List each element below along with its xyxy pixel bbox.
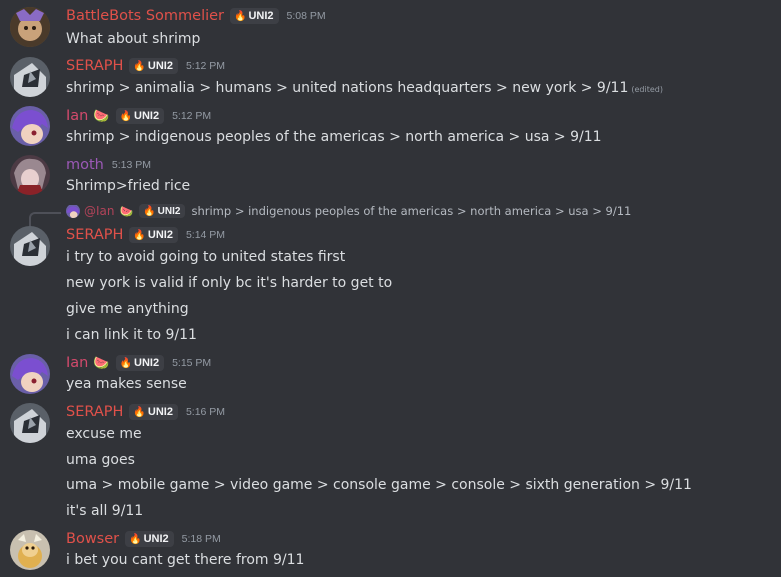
username[interactable]: moth — [66, 157, 104, 173]
message-line: i try to avoid going to united states fi… — [66, 249, 346, 265]
avatar[interactable] — [10, 155, 50, 195]
timestamp[interactable]: 5:18 PM — [182, 533, 221, 545]
username[interactable]: SERAPH — [66, 58, 123, 74]
chat-message-list: BattleBots Sommelier 🔥 UNI2 5:08 PM What … — [0, 0, 781, 577]
flame-icon: 🔥 — [119, 110, 132, 122]
watermelon-icon: 🍉 — [93, 355, 110, 371]
message-line: excuse me — [66, 426, 142, 442]
message-line: What about shrimp — [66, 31, 201, 47]
username[interactable]: Ian — [66, 108, 88, 124]
server-tag[interactable]: 🔥 UNI2 — [125, 531, 174, 547]
flame-icon: 🔥 — [133, 229, 146, 241]
message-line: uma goes — [66, 452, 135, 468]
flame-icon: 🔥 — [119, 357, 132, 369]
reply-username[interactable]: @Ian — [84, 204, 115, 218]
username[interactable]: SERAPH — [66, 404, 123, 420]
server-tag[interactable]: 🔥 UNI2 — [129, 58, 178, 74]
flame-icon: 🔥 — [129, 533, 142, 545]
server-tag-label: UNI2 — [147, 60, 173, 72]
message-line: it's all 9/11 — [66, 503, 144, 519]
message-line: i bet you cant get there from 9/11 — [66, 552, 305, 568]
message-line: shrimp > animalia > humans > united nati… — [66, 80, 663, 96]
flame-icon: 🔥 — [234, 10, 247, 22]
server-tag-label: UNI2 — [134, 357, 160, 369]
username[interactable]: SERAPH — [66, 227, 123, 243]
server-tag[interactable]: 🔥 UNI2 — [115, 108, 165, 124]
server-tag-label: UNI2 — [143, 533, 169, 545]
avatar[interactable] — [10, 403, 50, 443]
reply-preview-text[interactable]: shrimp > indigenous peoples of the ameri… — [191, 204, 631, 218]
timestamp[interactable]: 5:12 PM — [186, 60, 225, 72]
avatar[interactable] — [10, 7, 50, 47]
flame-icon: 🔥 — [133, 60, 146, 72]
message-text: shrimp > animalia > humans > united nati… — [66, 80, 629, 96]
avatar[interactable] — [10, 354, 50, 394]
server-tag[interactable]: 🔥 UNI2 — [129, 404, 178, 420]
server-tag-label: UNI2 — [147, 406, 173, 418]
edited-label: (edited) — [631, 85, 663, 94]
message-line: shrimp > indigenous peoples of the ameri… — [66, 129, 602, 145]
watermelon-icon: 🍉 — [93, 108, 110, 124]
flame-icon: 🔥 — [143, 205, 156, 217]
username[interactable]: Bowser — [66, 531, 119, 547]
server-tag-label: UNI2 — [157, 205, 181, 217]
reply-avatar — [66, 204, 80, 218]
message-line: uma > mobile game > video game > console… — [66, 477, 692, 493]
message-line: yea makes sense — [66, 376, 187, 392]
message-line: i can link it to 9/11 — [66, 327, 197, 343]
timestamp[interactable]: 5:13 PM — [112, 159, 151, 171]
timestamp[interactable]: 5:14 PM — [186, 229, 225, 241]
message-line: give me anything — [66, 301, 189, 317]
timestamp[interactable]: 5:12 PM — [172, 110, 211, 122]
server-tag[interactable]: 🔥 UNI2 — [115, 355, 165, 371]
reply-reference[interactable]: @Ian 🍉 🔥 UNI2 shrimp > indigenous peoples… — [0, 204, 781, 230]
server-tag-label: UNI2 — [147, 229, 173, 241]
avatar[interactable] — [10, 57, 50, 97]
avatar[interactable] — [10, 226, 50, 266]
flame-icon: 🔥 — [133, 406, 146, 418]
avatar[interactable] — [10, 530, 50, 570]
timestamp[interactable]: 5:15 PM — [172, 357, 211, 369]
server-tag[interactable]: 🔥 UNI2 — [129, 227, 178, 243]
message-line: new york is valid if only bc it's harder… — [66, 275, 393, 291]
watermelon-icon: 🍉 — [119, 204, 134, 218]
server-tag-label: UNI2 — [134, 110, 160, 122]
username[interactable]: BattleBots Sommelier — [66, 8, 224, 24]
message-line: Shrimp>fried rice — [66, 178, 191, 194]
timestamp[interactable]: 5:08 PM — [287, 10, 326, 22]
avatar[interactable] — [10, 106, 50, 146]
timestamp[interactable]: 5:16 PM — [186, 406, 225, 418]
server-tag-label: UNI2 — [248, 10, 274, 22]
server-tag[interactable]: 🔥 UNI2 — [139, 204, 186, 218]
username[interactable]: Ian — [66, 355, 88, 371]
server-tag[interactable]: 🔥 UNI2 — [230, 8, 279, 24]
